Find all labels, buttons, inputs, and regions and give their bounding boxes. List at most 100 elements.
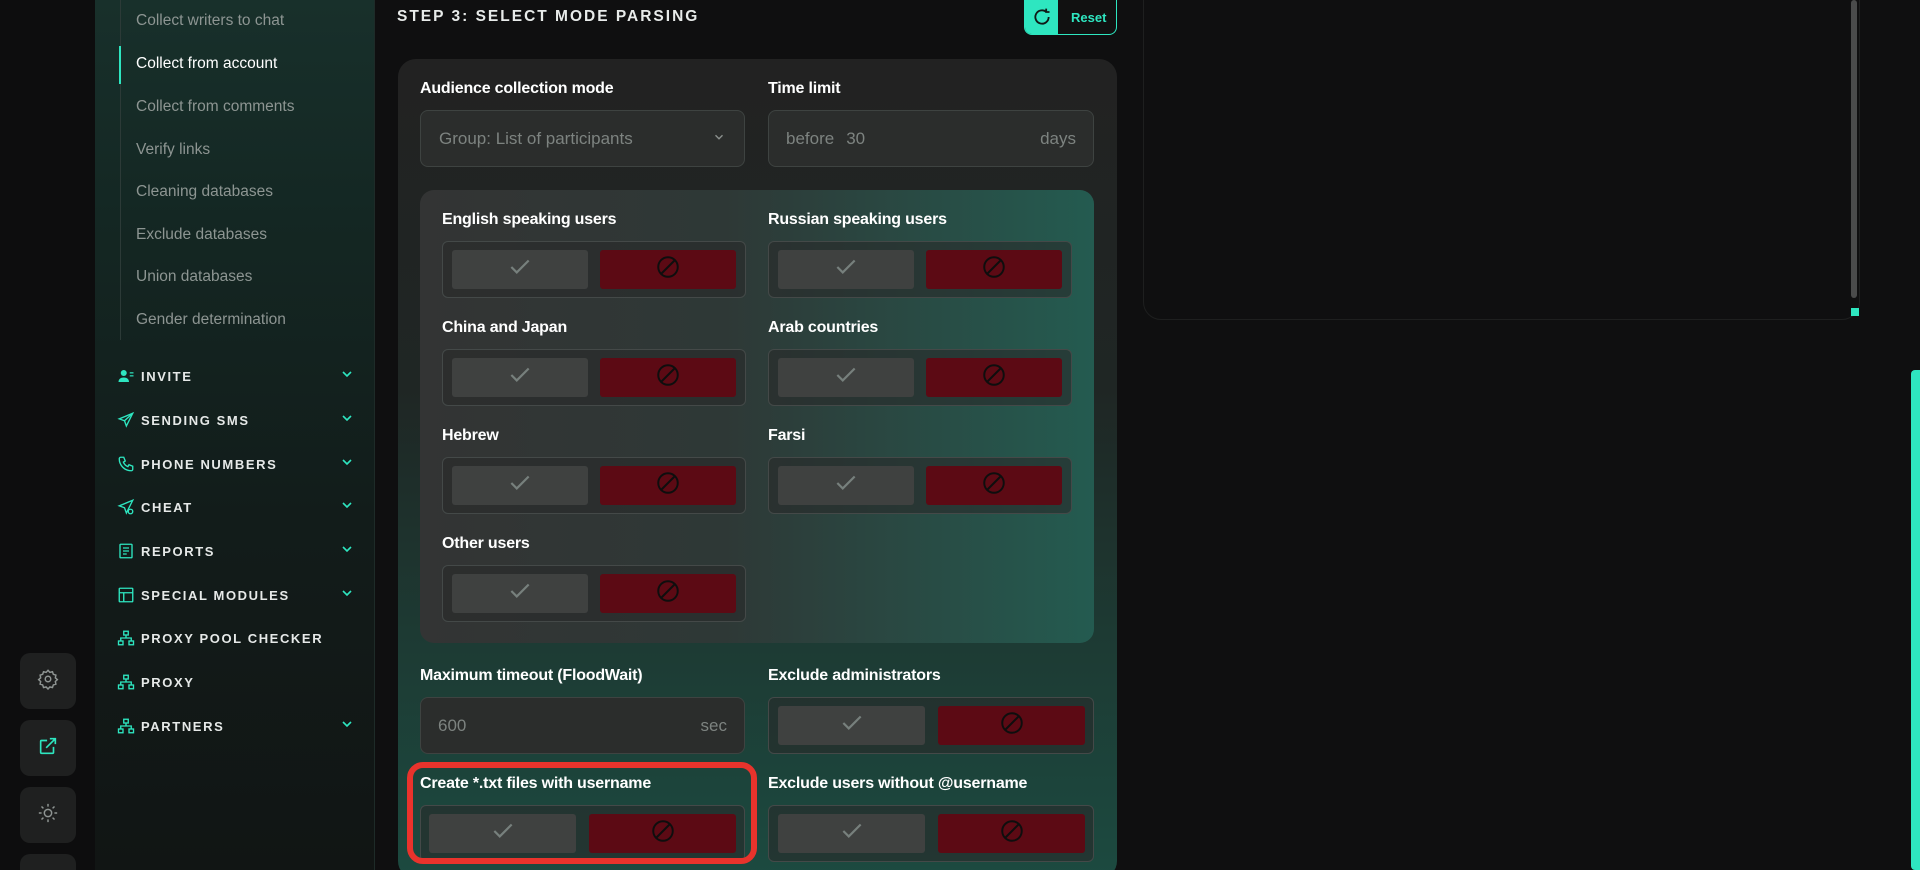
other-users-label: Other users [442, 535, 530, 552]
time-limit-prefix: before [786, 128, 835, 148]
ban-icon [981, 254, 1007, 285]
allow-button[interactable] [452, 574, 588, 613]
ban-icon [655, 362, 681, 393]
external-link-button[interactable] [20, 720, 76, 776]
allow-button[interactable] [778, 358, 914, 397]
deny-button[interactable] [600, 358, 736, 397]
ban-icon [999, 710, 1025, 741]
settings-button[interactable] [20, 653, 76, 709]
resize-handle[interactable] [1851, 308, 1859, 316]
russian-users-label: Russian speaking users [768, 211, 947, 228]
report-icon [117, 542, 135, 560]
time-limit-value[interactable]: 30 [846, 129, 1040, 149]
deny-button[interactable] [938, 814, 1085, 853]
modules-icon [117, 586, 135, 604]
farsi-toggle [768, 457, 1072, 514]
sidebar-item-exclude-databases[interactable]: Exclude databases [136, 226, 267, 244]
chevron-down-icon [339, 716, 355, 737]
china-japan-toggle [442, 349, 746, 406]
gear-icon [37, 668, 59, 695]
rail-button-more[interactable] [20, 854, 76, 870]
ban-icon [655, 254, 681, 285]
other-users-toggle [442, 565, 746, 622]
section-label: SPECIAL MODULES [141, 587, 290, 603]
allow-button[interactable] [452, 358, 588, 397]
sidebar-item-verify-links[interactable]: Verify links [136, 141, 210, 159]
reset-button[interactable]: Reset [1024, 0, 1117, 35]
english-users-label: English speaking users [442, 211, 617, 228]
check-icon [833, 254, 859, 285]
sidebar-section-special-modules[interactable]: SPECIAL MODULES [117, 583, 355, 607]
theme-toggle-button[interactable] [20, 787, 76, 843]
sidebar-item-collect-from-account[interactable]: Collect from account [136, 55, 277, 73]
ban-icon [981, 362, 1007, 393]
deny-button[interactable] [926, 466, 1062, 505]
max-timeout-value[interactable]: 600 [438, 716, 701, 736]
sidebar-section-cheat[interactable]: CHEAT [117, 495, 355, 519]
deny-button[interactable] [938, 706, 1085, 745]
allow-button[interactable] [778, 706, 925, 745]
exclude-admins-toggle [768, 697, 1094, 754]
section-label: PROXY POOL CHECKER [141, 630, 324, 646]
sidebar-item-collect-from-comments[interactable]: Collect from comments [136, 98, 294, 116]
deny-button[interactable] [600, 574, 736, 613]
phone-icon [117, 455, 135, 473]
output-panel [1143, 0, 1860, 320]
sidebar-item-collect-writers[interactable]: Collect writers to chat [136, 12, 284, 30]
check-icon [839, 710, 865, 741]
check-icon [839, 818, 865, 849]
time-limit-field[interactable]: before 30 days [768, 110, 1094, 167]
sidebar-section-invite[interactable]: INVITE [117, 364, 355, 388]
section-label: PARTNERS [141, 718, 225, 734]
chevron-down-icon [339, 585, 355, 606]
chevron-down-icon [339, 497, 355, 518]
external-link-icon [37, 735, 59, 762]
hebrew-toggle [442, 457, 746, 514]
allow-button[interactable] [778, 250, 914, 289]
page-scrollbar[interactable] [1911, 370, 1920, 870]
deny-button[interactable] [926, 358, 1062, 397]
max-timeout-label: Maximum timeout (FloodWait) [420, 667, 643, 684]
audience-mode-select[interactable]: Group: List of participants [420, 110, 745, 167]
allow-button[interactable] [452, 250, 588, 289]
ban-icon [655, 578, 681, 609]
audience-mode-value: Group: List of participants [439, 128, 633, 148]
allow-button[interactable] [778, 466, 914, 505]
sidebar: Collect writers to chat Collect from acc… [95, 0, 375, 870]
sidebar-item-cleaning-databases[interactable]: Cleaning databases [136, 183, 273, 201]
allow-button[interactable] [778, 814, 925, 853]
check-icon [833, 362, 859, 393]
sidebar-section-proxy-pool-checker[interactable]: PROXY POOL CHECKER [117, 626, 355, 650]
deny-button[interactable] [926, 250, 1062, 289]
check-icon [507, 470, 533, 501]
time-limit-label: Time limit [768, 80, 841, 97]
step-title: STEP 3: SELECT MODE PARSING [397, 8, 700, 25]
deny-button[interactable] [600, 250, 736, 289]
sidebar-section-reports[interactable]: REPORTS [117, 539, 355, 563]
sidebar-section-sending-sms[interactable]: SENDING SMS [117, 408, 355, 432]
section-label: PHONE NUMBERS [141, 456, 278, 472]
allow-button[interactable] [452, 466, 588, 505]
chevron-down-icon [339, 410, 355, 431]
hebrew-label: Hebrew [442, 427, 499, 444]
sidebar-section-partners[interactable]: PARTNERS [117, 714, 355, 738]
deny-button[interactable] [600, 466, 736, 505]
time-limit-suffix: days [1040, 128, 1076, 148]
english-users-toggle [442, 241, 746, 298]
panel-scrollbar[interactable] [1851, 0, 1857, 298]
max-timeout-field[interactable]: 600 sec [420, 697, 745, 754]
sidebar-section-phone-numbers[interactable]: PHONE NUMBERS [117, 452, 355, 476]
section-label: PROXY [141, 674, 195, 690]
network-icon [117, 717, 135, 735]
sidebar-item-union-databases[interactable]: Union databases [136, 268, 252, 286]
exclude-admins-label: Exclude administrators [768, 667, 941, 684]
active-indicator [119, 46, 121, 84]
sidebar-section-proxy[interactable]: PROXY [117, 670, 355, 694]
user-icon [117, 367, 135, 385]
audience-mode-label: Audience collection mode [420, 80, 614, 97]
chevron-down-icon [339, 366, 355, 387]
ban-icon [981, 470, 1007, 501]
chevron-down-icon [339, 541, 355, 562]
ban-icon [655, 470, 681, 501]
sidebar-item-gender-determination[interactable]: Gender determination [136, 311, 286, 329]
